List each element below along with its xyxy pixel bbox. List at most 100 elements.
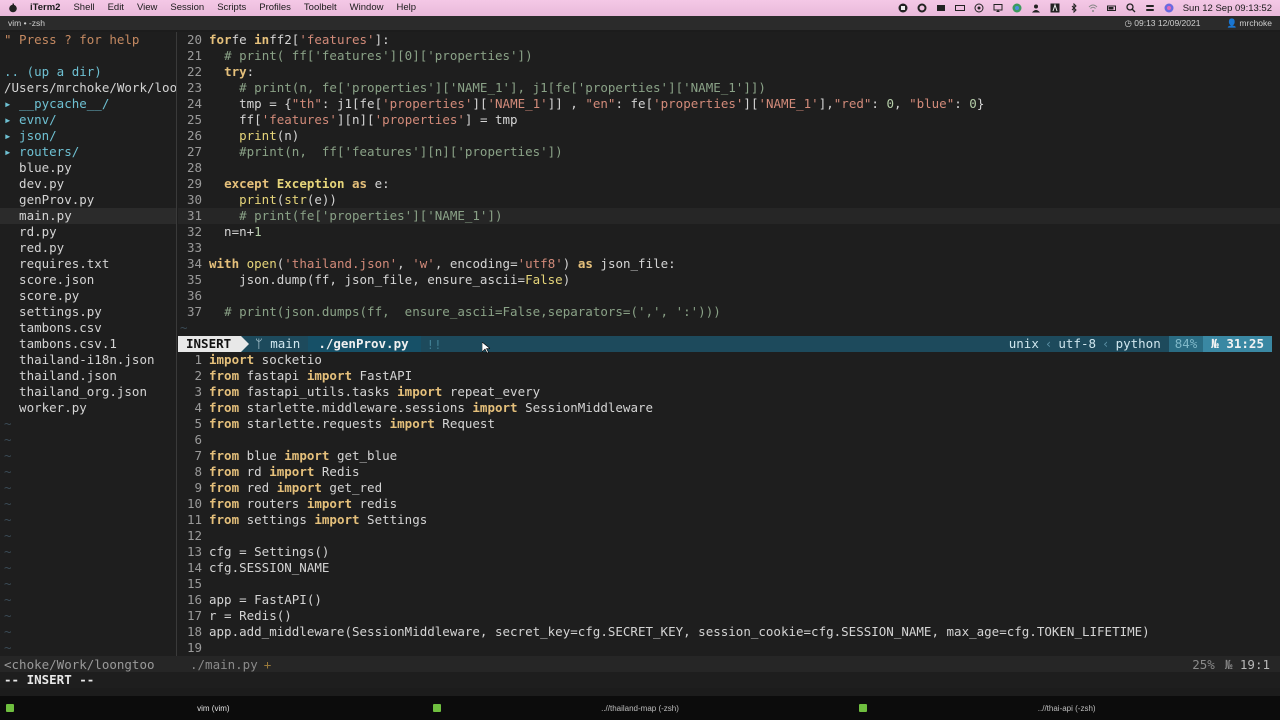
sidebar-file[interactable]: score.py [0,288,176,304]
wifi-icon[interactable] [1088,3,1098,13]
code-line[interactable]: 12 [178,528,1280,544]
code-line[interactable]: 29 except Exception as e: [178,176,1280,192]
vertical-split-divider[interactable] [176,32,177,656]
sidebar-file[interactable]: dev.py [0,176,176,192]
code-line[interactable]: 13 cfg = Settings() [178,544,1280,560]
editor-pane-bottom[interactable]: 1 import socketio 2 from fastapi import Fas… [178,352,1280,656]
menu-help[interactable]: Help [396,0,416,16]
screen-mirror-icon[interactable] [993,3,1003,13]
menu-window[interactable]: Window [350,0,384,16]
code-line[interactable]: 11 from settings import Settings [178,512,1280,528]
sidebar-folder[interactable]: ▸ __pycache__/ [0,96,176,112]
code-line[interactable]: 1 import socketio [178,352,1280,368]
code-line[interactable]: 27 #print(n, ff['features'][n]['properti… [178,144,1280,160]
sidebar-file[interactable]: red.py [0,240,176,256]
code-line[interactable]: 20 for fe in ff2['features']: [178,32,1280,48]
tab-vim[interactable]: vim (vim) [0,696,427,720]
search-icon[interactable] [1126,3,1136,13]
display-icon[interactable] [936,3,946,13]
code-line[interactable]: 23 # print(n, fe['properties']['NAME_1']… [178,80,1280,96]
sidebar-folder[interactable]: ▸ json/ [0,128,176,144]
code-line[interactable]: 16 app = FastAPI() [178,592,1280,608]
sidebar-folder[interactable]: ▸ evnv/ [0,112,176,128]
keyboard-icon[interactable] [954,3,965,13]
sidebar-file[interactable]: thailand_org.json [0,384,176,400]
sidebar-file[interactable]: thailand.json [0,368,176,384]
nerdtree-sidebar[interactable]: " Press ? for help .. (up a dir)/Users/mr… [0,32,176,656]
menu-shell[interactable]: Shell [73,0,94,16]
menu-session[interactable]: Session [170,0,204,16]
control-center-icon[interactable] [1145,3,1155,13]
code-line[interactable]: 10 from routers import redis [178,496,1280,512]
vim-command-line[interactable]: -- INSERT -- [0,672,1280,688]
sidebar-file[interactable]: tambons.csv [0,320,176,336]
code-line[interactable]: 14 cfg.SESSION_NAME [178,560,1280,576]
code-token: ( [276,256,285,271]
bluetooth-icon[interactable] [1069,3,1079,13]
code-line[interactable]: 32 n=n+ 1 [178,224,1280,240]
airdrop-icon[interactable] [974,3,984,13]
sidebar-folder[interactable]: ▸ routers/ [0,144,176,160]
text-input-icon[interactable] [1050,3,1060,13]
code-line[interactable]: 21 # print( ff['features'][0]['propertie… [178,48,1280,64]
code-line[interactable]: 8 from rd import Redis [178,464,1280,480]
battery-icon[interactable] [1106,3,1117,13]
code-line[interactable]: 6 [178,432,1280,448]
code-line[interactable]: 33 [178,240,1280,256]
code-line[interactable]: 9 from red import get_red [178,480,1280,496]
code-line[interactable]: 18 app.add_middleware(SessionMiddleware, … [178,624,1280,640]
code-line[interactable]: 36 [178,288,1280,304]
menu-app-name[interactable]: iTerm2 [30,0,60,16]
code-line[interactable]: 3 from fastapi_utils.tasks import repeat_… [178,384,1280,400]
sidebar-file[interactable]: settings.py [0,304,176,320]
sidebar-file[interactable]: tambons.csv.1 [0,336,176,352]
sidebar-file[interactable]: rd.py [0,224,176,240]
user-icon[interactable] [1031,3,1041,13]
code-line[interactable]: 26 print (n) [178,128,1280,144]
code-line[interactable]: 22 try: [178,64,1280,80]
sidebar-file[interactable]: thailand-i18n.json [0,352,176,368]
code-line[interactable]: 19 [178,640,1280,656]
code-line[interactable]: 31 # print(fe['properties']['NAME_1']) [178,208,1280,224]
code-line[interactable]: 4 from starlette.middleware.sessions impo… [178,400,1280,416]
editor-pane-top[interactable]: 20 for fe in ff2['features']: 21 # print( ff… [178,32,1280,336]
code-token: settings [239,512,315,527]
siri-icon[interactable] [1164,3,1174,13]
code-token-str: "red" [833,96,872,111]
code-line[interactable]: 7 from blue import get_blue [178,448,1280,464]
sidebar-file[interactable]: genProv.py [0,192,176,208]
sidebar-file[interactable]: score.json [0,272,176,288]
tab-thailand-map[interactable]: ..//thailand-map (-zsh) [427,696,854,720]
sidebar-file[interactable]: main.py [0,208,176,224]
code-line[interactable]: 5 from starlette.requests import Request [178,416,1280,432]
empty-line-tilde: ~ [4,480,12,495]
sidebar-file[interactable]: blue.py [0,160,176,176]
menu-scripts[interactable]: Scripts [217,0,246,16]
menu-toolbelt[interactable]: Toolbelt [304,0,337,16]
git-branch: ᛘ main [255,336,301,351]
sidebar-file[interactable]: requires.txt [0,256,176,272]
code-line[interactable]: 24 tmp = {"th": j1[fe['properties']['NAM… [178,96,1280,112]
code-line[interactable]: 37 # print(json.dumps(ff, ensure_ascii=F… [178,304,1280,320]
record-icon[interactable] [898,3,908,13]
terminal[interactable]: " Press ? for help .. (up a dir)/Users/mr… [0,32,1280,688]
code-line[interactable]: 30 print(str (e)) [178,192,1280,208]
menu-edit[interactable]: Edit [108,0,124,16]
sidebar-up-dir[interactable]: .. (up a dir) [0,64,176,80]
code-line[interactable]: 15 [178,576,1280,592]
gear-icon[interactable] [917,3,927,13]
code-line[interactable]: 35 json.dump(ff, json_file, ensure_ascii… [178,272,1280,288]
sidebar-file[interactable]: worker.py [0,400,176,416]
tab-thai-api[interactable]: ..//thai-api (-zsh) [853,696,1280,720]
code-token: cfg = Settings() [209,544,330,559]
code-line[interactable]: 2 from fastapi import FastAPI [178,368,1280,384]
apple-icon[interactable] [8,3,18,13]
code-line[interactable]: 17 r = Redis() [178,608,1280,624]
code-line[interactable]: 34 with open('thailand.json', 'w', encodi… [178,256,1280,272]
menubar-clock[interactable]: Sun 12 Sep 09:13:52 [1183,3,1272,14]
menu-profiles[interactable]: Profiles [259,0,291,16]
menu-view[interactable]: View [137,0,157,16]
code-line[interactable]: 25 ff['features'][n]['properties'] = tmp [178,112,1280,128]
chrome-icon[interactable] [1012,3,1022,13]
code-line[interactable]: 28 [178,160,1280,176]
